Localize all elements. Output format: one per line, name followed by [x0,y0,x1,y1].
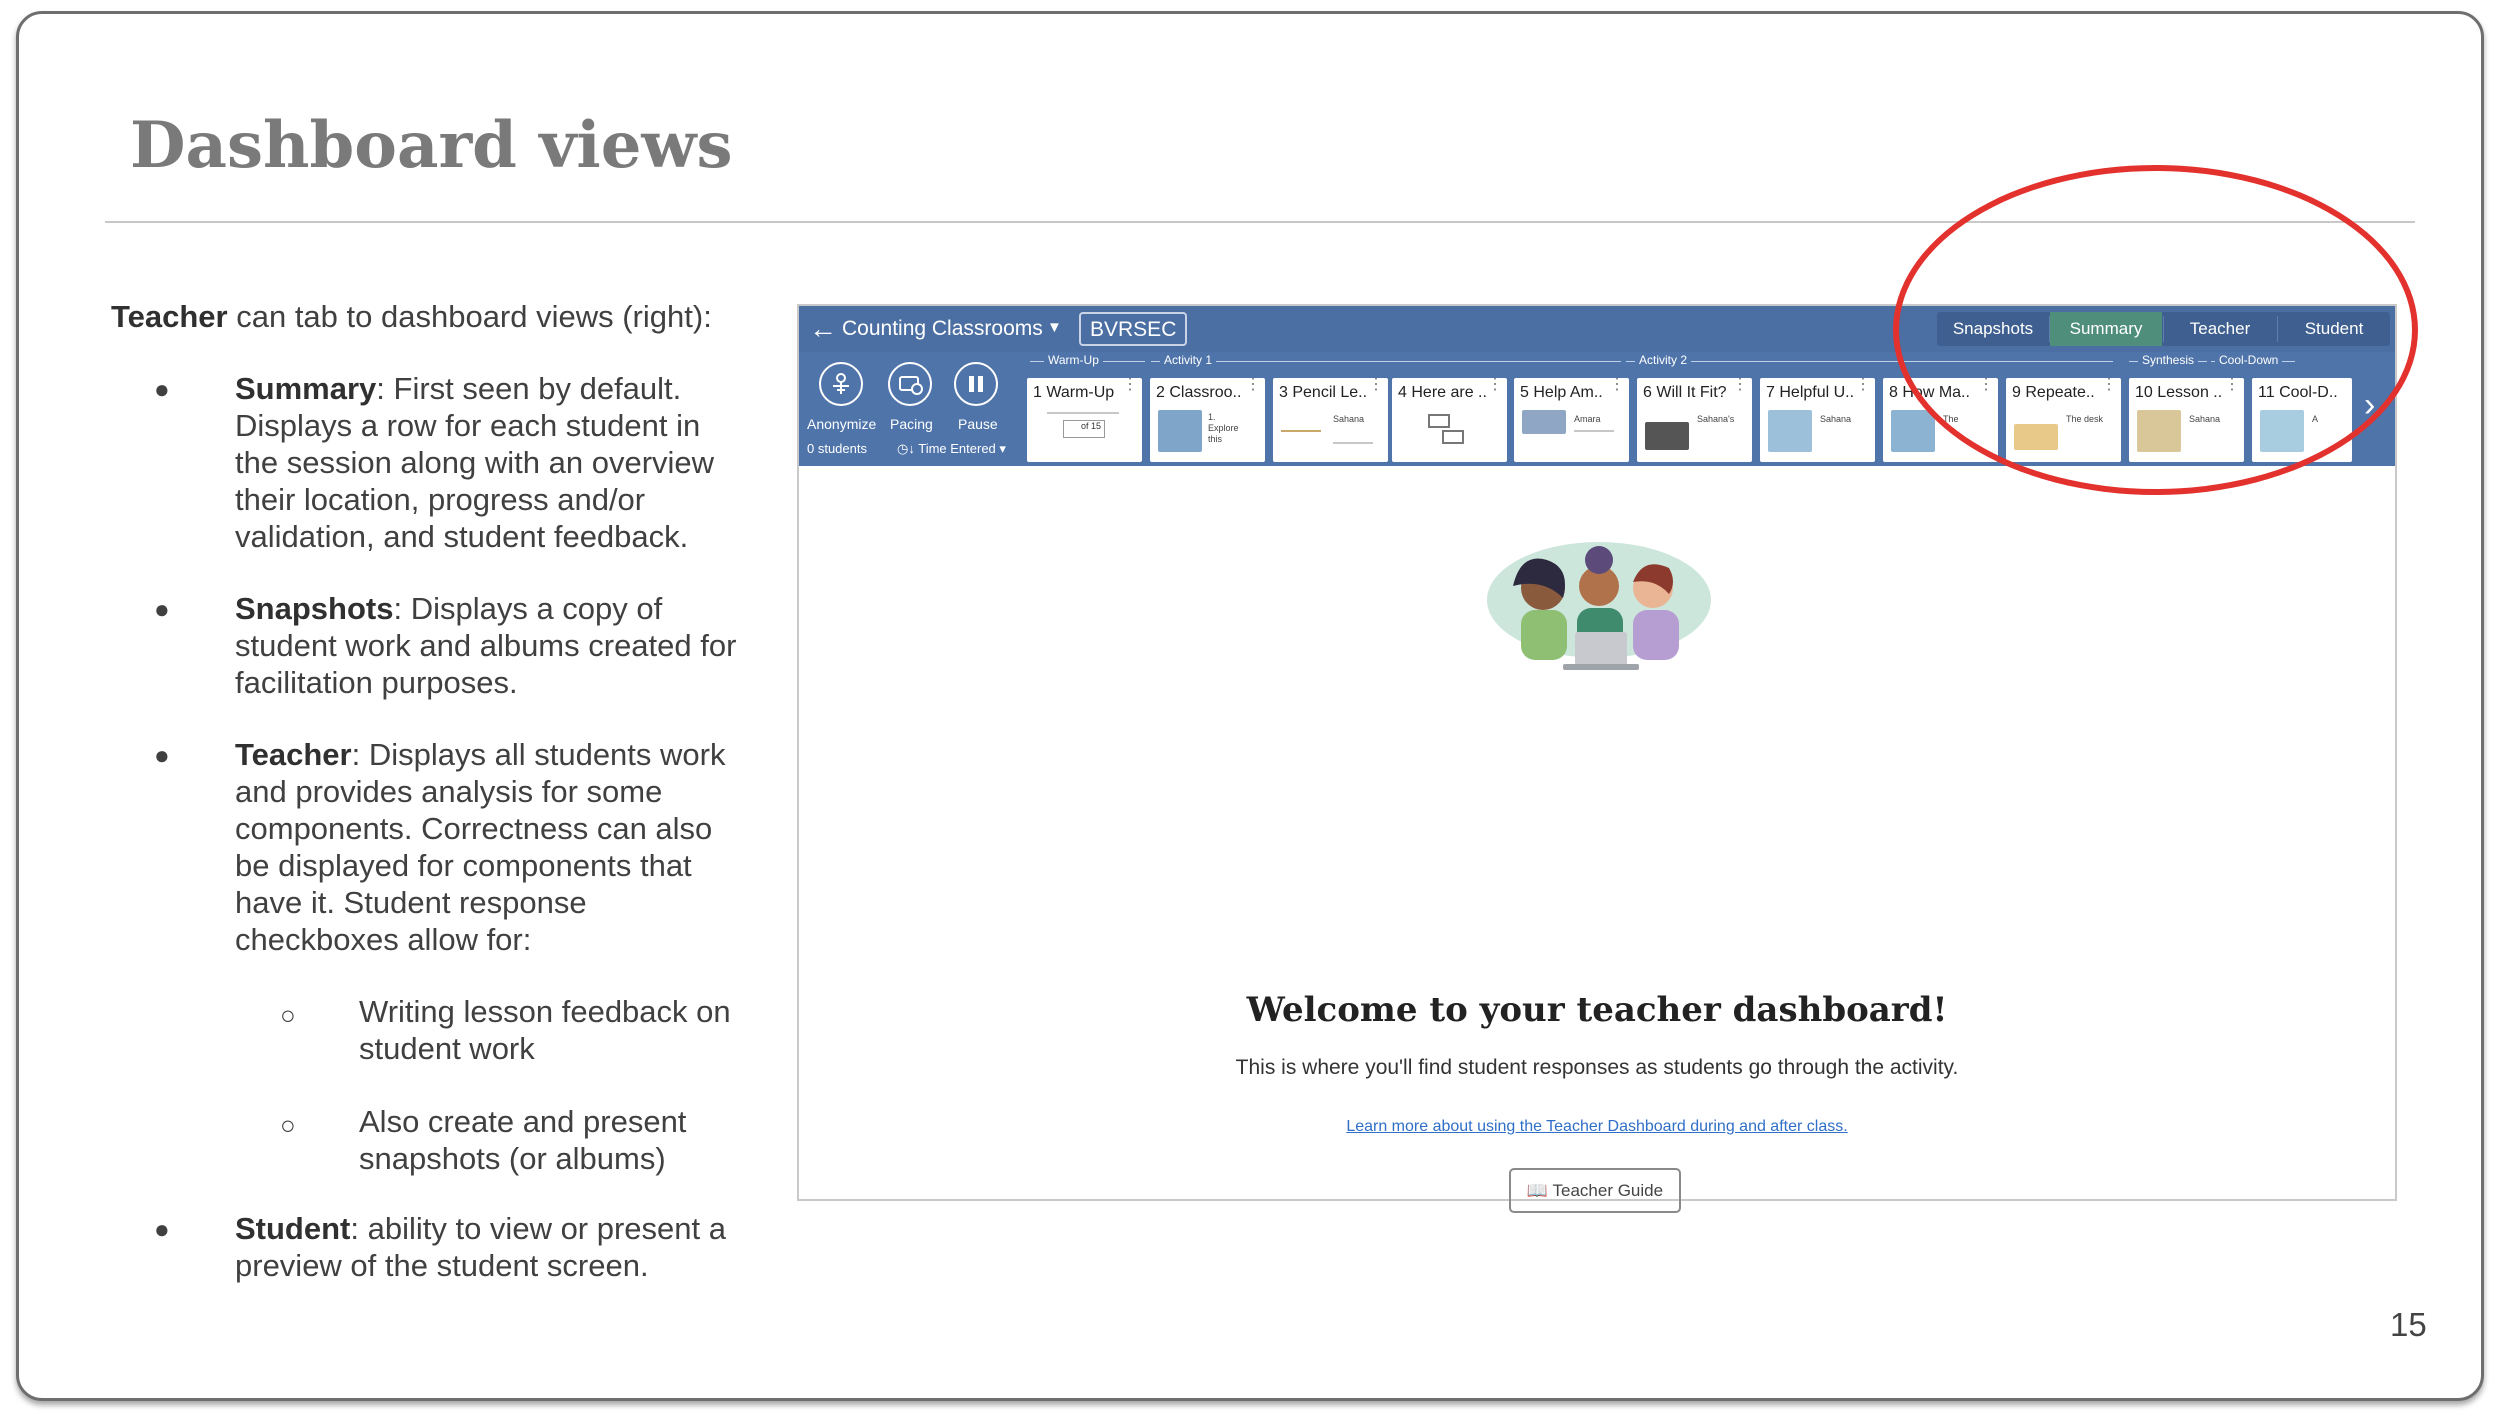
pacing-button[interactable] [888,362,932,406]
pacing-label: Pacing [890,416,933,432]
section-activity-2: Activity 2 [1635,353,1692,367]
lesson-card[interactable]: 5 Help Am.. ⋮ Amara [1514,378,1629,462]
pause-button[interactable] [954,362,998,406]
lesson-card[interactable]: 3 Pencil Le.. ⋮ Sahana [1273,378,1388,462]
sub-bullet-feedback: Writing lesson feedback on student work [359,994,731,1066]
learn-more-link[interactable]: Learn more about using the Teacher Dashb… [799,1118,2395,1136]
lesson-thumbnail [1645,422,1689,450]
sort-label: Time Entered [918,441,996,456]
lesson-thumbnail [1891,410,1935,452]
students-count: 0 students [807,441,867,456]
section-warm-up: Warm-Up [1044,353,1103,367]
class-name[interactable]: Counting Classrooms [842,317,1043,341]
annotation-circle [1893,165,2418,495]
more-icon: ⋮ [1487,378,1503,393]
bullet-snapshots: Snapshots: Displays a copy of student wo… [235,591,737,700]
bullet-teacher: Teacher: Displays all students work and … [235,737,726,957]
pause-icon [969,376,983,392]
bullet-marker: ● [154,374,170,404]
sub-bullet-marker: ○ [280,1000,296,1030]
chevron-down-icon[interactable]: ▼ [1047,319,1062,336]
lesson-card[interactable]: 2 Classroo.. ⋮ 1. Explore this [1150,378,1265,462]
welcome-title: Welcome to your teacher dashboard! [1246,990,1948,1030]
intro-rest: can tab to dashboard views (right): [227,299,712,334]
anonymize-label: Anonymize [807,416,877,432]
more-icon: ⋮ [1855,378,1871,393]
sort-icon: ◷↓ [897,441,919,456]
pacing-icon [899,376,923,395]
chevron-down-icon: ▾ [995,441,1006,456]
slide-title: Dashboard views [130,108,733,183]
bullet-marker: ● [154,1214,170,1244]
lesson-card[interactable]: 7 Helpful U.. ⋮ Sahana [1760,378,1875,462]
lesson-card[interactable]: 1 Warm-Up ⋮ of 15 [1027,378,1142,462]
anonymize-button[interactable] [819,362,863,406]
more-icon: ⋮ [1245,378,1261,393]
lesson-card[interactable]: 6 Will It Fit? ⋮ Sahana's [1637,378,1752,462]
book-icon: 📖 [1526,1181,1549,1200]
more-icon: ⋮ [1732,378,1748,393]
teachers-illustration [1487,542,1711,670]
bullet-marker: ● [154,594,170,624]
more-icon: ⋮ [1368,378,1384,393]
bullet-summary: Summary: First seen by default. Displays… [235,371,715,554]
class-code-badge: BVRSEC [1079,312,1188,346]
lesson-thumbnail [1768,410,1812,452]
back-arrow-icon[interactable]: ← [809,313,837,345]
section-activity-1: Activity 1 [1160,353,1217,367]
sort-dropdown[interactable]: ◷↓ Time Entered ▾ [897,441,1006,457]
intro-text: Teacher can tab to dashboard views (righ… [111,298,712,335]
lesson-thumbnail [1522,410,1566,434]
sub-bullet-marker: ○ [280,1110,296,1140]
lesson-card[interactable]: 4 Here are .. ⋮ [1392,378,1507,462]
intro-bold: Teacher [111,299,228,334]
bullet-marker: ● [154,740,170,770]
lesson-thumbnail [1158,410,1202,452]
pause-label: Pause [958,416,998,432]
anonymize-icon [833,373,849,394]
welcome-subtitle: This is where you'll find student respon… [1235,1056,1959,1079]
bullet-student: Student: ability to view or present a pr… [235,1211,726,1283]
sub-bullet-snapshots: Also create and present snapshots (or al… [359,1104,687,1176]
teacher-guide-button[interactable]: 📖 Teacher Guide [1509,1168,1681,1213]
teacher-guide-label: Teacher Guide [1552,1181,1664,1200]
more-icon: ⋮ [1122,378,1138,393]
more-icon: ⋮ [1609,378,1625,393]
page-number: 15 [2390,1306,2427,1343]
